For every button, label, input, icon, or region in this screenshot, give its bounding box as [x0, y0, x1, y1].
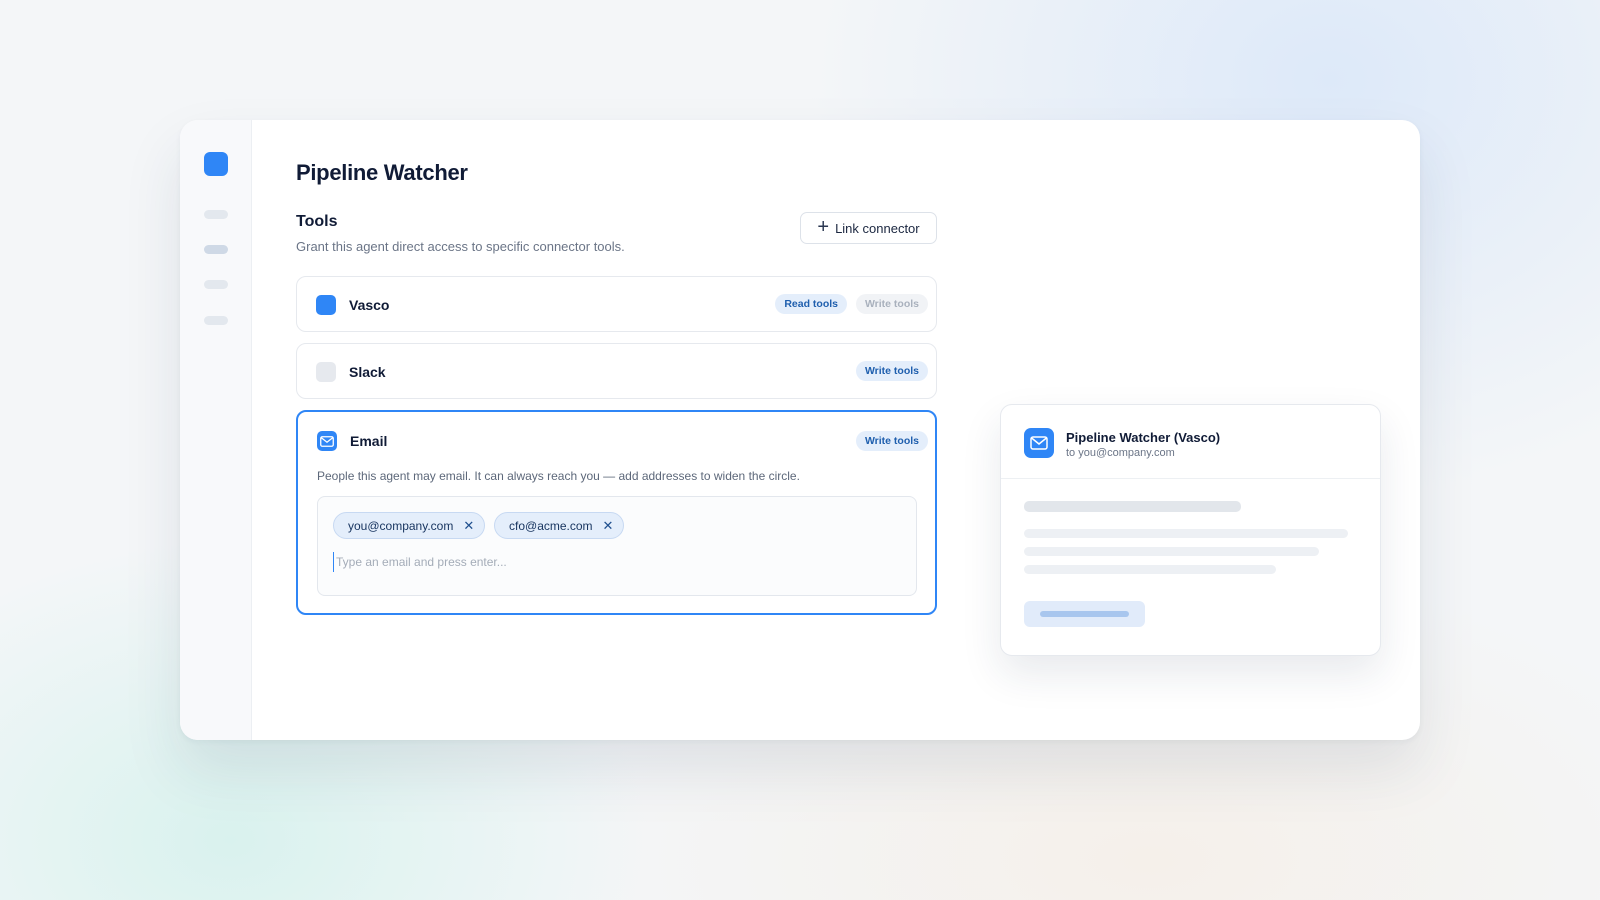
tools-section-title: Tools — [296, 213, 338, 230]
write-tools-badge[interactable]: Write tools — [855, 361, 928, 381]
email-preview-card: Pipeline Watcher (Vasco) to you@company.… — [1000, 404, 1381, 656]
recipient-chip-label: cfo@acme.com — [509, 518, 593, 533]
mail-icon — [1024, 428, 1054, 458]
remove-recipient-icon[interactable]: ✕ — [603, 519, 614, 532]
recipient-chip: cfo@acme.com ✕ — [494, 512, 625, 539]
connector-card-email[interactable]: Email Write tools People this agent may … — [296, 410, 937, 615]
app-logo-icon[interactable] — [204, 152, 228, 176]
sidebar-item-2[interactable] — [204, 245, 228, 254]
email-preview-button-placeholder — [1024, 601, 1145, 627]
email-preview-body-placeholder — [1024, 529, 1348, 538]
email-preview-subject-placeholder — [1024, 501, 1241, 512]
connector-name: Slack — [349, 364, 386, 380]
link-connector-button[interactable]: + Link connector — [800, 212, 937, 244]
email-preview-header: Pipeline Watcher (Vasco) to you@company.… — [1001, 405, 1380, 479]
link-connector-label: Link connector — [835, 220, 920, 236]
email-preview-body-placeholder — [1024, 547, 1319, 556]
email-preview-body-placeholder — [1024, 565, 1276, 574]
mail-icon — [317, 431, 337, 451]
plus-icon: + — [817, 216, 830, 238]
write-tools-badge[interactable]: Write tools — [855, 294, 928, 314]
email-preview-title: Pipeline Watcher (Vasco) — [1066, 430, 1221, 445]
connector-name: Vasco — [349, 297, 390, 313]
write-tools-badge[interactable]: Write tools — [855, 431, 928, 451]
sidebar-item-3[interactable] — [204, 280, 228, 289]
email-preview-button-label-placeholder — [1040, 611, 1129, 617]
recipient-chip-label: you@company.com — [348, 518, 454, 533]
connector-card-slack[interactable]: Slack Write tools — [296, 343, 937, 399]
page-title: Pipeline Watcher — [296, 160, 468, 185]
recipient-chip: you@company.com ✕ — [333, 512, 486, 539]
email-preview-recipient: to you@company.com — [1066, 447, 1175, 459]
slack-icon — [316, 362, 336, 382]
connector-card-vasco[interactable]: Vasco Read tools Write tools — [296, 276, 937, 332]
recipient-tag-input[interactable]: you@company.com ✕ cfo@acme.com ✕ — [317, 496, 917, 596]
remove-recipient-icon[interactable]: ✕ — [463, 519, 474, 532]
email-input[interactable] — [333, 552, 893, 572]
connector-name: Email — [350, 433, 388, 449]
sidebar — [180, 120, 252, 740]
sidebar-item-1[interactable] — [204, 210, 228, 219]
tools-section-subtitle: Grant this agent direct access to specif… — [296, 239, 625, 254]
email-permission-description: People this agent may email. It can alwa… — [317, 469, 800, 483]
sidebar-item-4[interactable] — [204, 316, 228, 325]
read-tools-badge[interactable]: Read tools — [775, 294, 847, 314]
vasco-icon — [316, 295, 336, 315]
